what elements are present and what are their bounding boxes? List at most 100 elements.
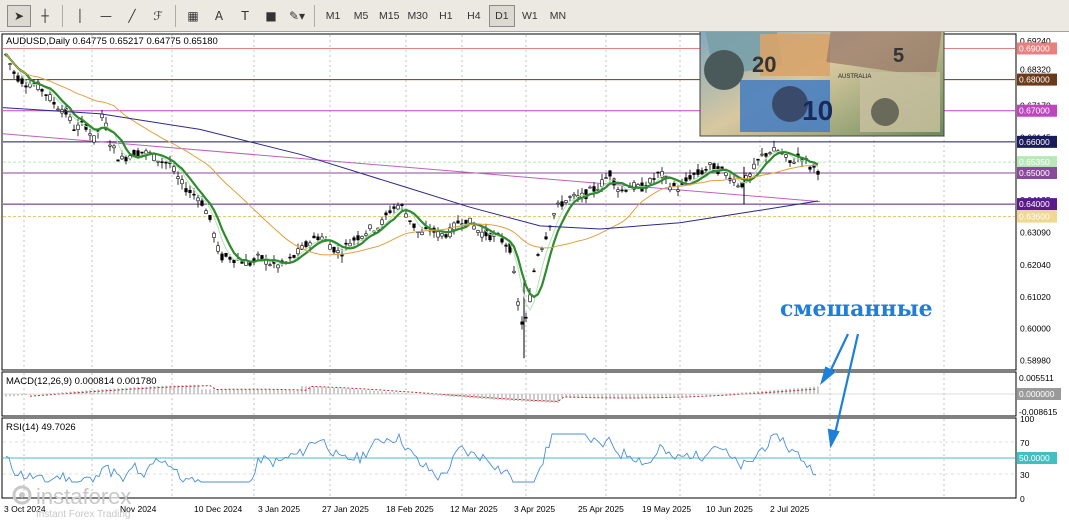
price-tick-label: 0.60000 xyxy=(1020,324,1051,334)
timeframe-m15[interactable]: M15 xyxy=(376,5,402,27)
candle-body xyxy=(500,238,504,243)
candle-body xyxy=(200,200,204,206)
macd-tick-label: 0.005511 xyxy=(1019,373,1054,383)
candle-body xyxy=(172,166,176,172)
candle-body xyxy=(480,231,484,238)
candle-body xyxy=(520,321,524,325)
chart-toolbar: ➤ ┼ │ — ╱ ℱ ▦ A T ■ ✎▾ M1 M5 M15 M30 H1 H4 D1 W1 MN xyxy=(0,0,1069,32)
chart-area[interactable]: 0.692400.683200.671700.661450.653500.641… xyxy=(0,32,1069,522)
candle-body xyxy=(672,182,676,187)
time-axis-label: 2 Jul 2025 xyxy=(770,504,809,514)
candle-body xyxy=(208,215,212,220)
time-axis-label: 19 May 2025 xyxy=(642,504,691,514)
price-tick-label: 0.62040 xyxy=(1020,260,1051,270)
candle-body xyxy=(512,270,516,273)
vertical-line-tool-button[interactable]: │ xyxy=(68,5,92,27)
candle-body xyxy=(536,254,540,256)
candle-body xyxy=(560,201,564,207)
text-icon: A xyxy=(214,8,224,23)
candle-body xyxy=(336,250,340,253)
candle-body xyxy=(356,235,360,241)
candle-body xyxy=(332,246,336,253)
svg-text:20: 20 xyxy=(752,52,776,77)
candle-body xyxy=(360,236,364,239)
candle-body xyxy=(72,129,76,132)
rsi-tick-label: 0 xyxy=(1020,494,1025,504)
timeframe-w1[interactable]: W1 xyxy=(517,5,543,27)
timeframe-h4[interactable]: H4 xyxy=(461,5,487,27)
candle-body xyxy=(160,161,164,164)
candle-body xyxy=(276,264,280,269)
candle-body xyxy=(312,235,316,239)
candle-body xyxy=(16,75,20,82)
candle-body xyxy=(696,169,700,175)
candle-body xyxy=(600,179,604,187)
candle-body xyxy=(452,222,456,230)
price-tick-label: 0.58980 xyxy=(1020,355,1051,365)
candle-body xyxy=(756,158,760,161)
candle-body xyxy=(48,94,52,102)
candle-body xyxy=(684,177,688,182)
trendline-tool-button[interactable]: ╱ xyxy=(120,5,144,27)
macd-value-label: 0.000000 xyxy=(1019,389,1055,399)
candle-body xyxy=(136,150,140,156)
crosshair-icon: ┼ xyxy=(41,8,49,23)
candle-body xyxy=(532,270,536,273)
candle-body xyxy=(760,153,764,156)
candle-body xyxy=(116,159,120,162)
candle-body xyxy=(224,253,228,257)
time-axis-label: 25 Apr 2025 xyxy=(578,504,624,514)
candle-body xyxy=(588,186,592,189)
candle-body xyxy=(180,179,184,185)
candle-body xyxy=(788,160,792,164)
price-level-label: 0.64000 xyxy=(1019,199,1050,209)
time-axis-label: 3 Apr 2025 xyxy=(514,504,555,514)
candle-body xyxy=(328,244,332,250)
candle-body xyxy=(688,175,692,180)
shapes-dropdown-icon: ✎▾ xyxy=(288,8,306,23)
time-axis-label: 12 Mar 2025 xyxy=(450,504,498,514)
rectangle-tool-button[interactable]: ■ xyxy=(259,5,283,27)
candle-body xyxy=(544,236,548,240)
price-tick-label: 0.68320 xyxy=(1020,65,1051,75)
timeframe-mn[interactable]: MN xyxy=(545,5,571,27)
timeframe-m5[interactable]: M5 xyxy=(348,5,374,27)
candle-body xyxy=(268,264,272,266)
timeframe-m1[interactable]: M1 xyxy=(320,5,346,27)
candle-body xyxy=(396,205,400,210)
candle-body xyxy=(140,151,144,154)
time-axis-label: 3 Jan 2025 xyxy=(258,504,300,514)
cursor-tool-button[interactable]: ➤ xyxy=(7,4,31,27)
candle-body xyxy=(188,189,192,193)
candle-body xyxy=(772,147,776,152)
candle-body xyxy=(752,163,756,170)
candle-body xyxy=(380,219,384,225)
candle-body xyxy=(568,196,572,198)
candle-body xyxy=(288,256,292,259)
shapes-dropdown-tool-button[interactable]: ✎▾ xyxy=(285,5,309,27)
candle-body xyxy=(176,176,180,179)
rsi-tick-label: 70 xyxy=(1020,438,1030,448)
candle-body xyxy=(400,204,404,206)
timeframe-d1[interactable]: D1 xyxy=(488,4,515,27)
crosshair-tool-button[interactable]: ┼ xyxy=(33,5,57,27)
candle-body xyxy=(12,71,16,74)
candle-body xyxy=(112,145,116,149)
candle-body xyxy=(164,161,168,164)
candle-body xyxy=(768,152,772,155)
candle-body xyxy=(652,178,656,180)
candle-body xyxy=(304,241,308,247)
svg-text:AUSTRALIA: AUSTRALIA xyxy=(838,74,871,80)
candle-body xyxy=(708,162,712,165)
text-label-tool-button[interactable]: T xyxy=(233,5,257,27)
candle-body xyxy=(556,202,560,205)
timeframe-m30[interactable]: M30 xyxy=(404,5,430,27)
text-tool-button[interactable]: A xyxy=(207,5,231,27)
candle-body xyxy=(352,237,356,241)
timeframe-h1[interactable]: H1 xyxy=(433,5,459,27)
candle-body xyxy=(656,171,660,174)
horizontal-line-tool-button[interactable]: — xyxy=(94,5,118,27)
candle-body xyxy=(572,194,576,197)
channel-tool-button[interactable]: ▦ xyxy=(181,5,205,27)
fibonacci-tool-button[interactable]: ℱ xyxy=(146,5,170,27)
